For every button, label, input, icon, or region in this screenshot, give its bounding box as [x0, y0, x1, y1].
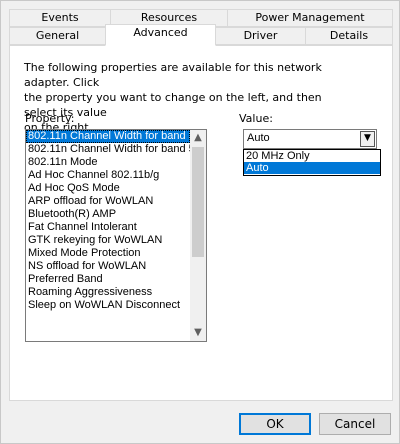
scroll-up-arrow-icon[interactable]: ▲: [190, 130, 206, 146]
tab-details[interactable]: Details: [305, 27, 393, 45]
property-list-item[interactable]: GTK rekeying for WoWLAN: [26, 234, 190, 247]
property-list-item[interactable]: Bluetooth(R) AMP: [26, 208, 190, 221]
property-list-item[interactable]: ARP offload for WoWLAN: [26, 195, 190, 208]
tab-advanced[interactable]: Advanced: [105, 24, 216, 46]
adapter-properties-dialog: Events Resources Power Management Genera…: [0, 0, 400, 444]
scroll-down-arrow-icon[interactable]: ▼: [190, 325, 206, 341]
tab-driver[interactable]: Driver: [215, 27, 306, 45]
property-list-item[interactable]: Preferred Band: [26, 273, 190, 286]
property-list-item[interactable]: 802.11n Channel Width for band 2: [26, 130, 190, 143]
value-label: Value:: [239, 112, 273, 125]
tab-general[interactable]: General: [9, 27, 106, 45]
ok-button[interactable]: OK: [239, 413, 311, 435]
property-list-item[interactable]: Fat Channel Intolerant: [26, 221, 190, 234]
tab-row-front: General Advanced Driver Details: [9, 24, 393, 46]
value-option[interactable]: 20 MHz Only: [244, 150, 380, 162]
value-dropdown-list: 20 MHz Only Auto: [243, 149, 381, 176]
chevron-down-icon[interactable]: ▼: [360, 131, 375, 147]
property-list-item[interactable]: Roaming Aggressiveness: [26, 286, 190, 299]
property-list-item[interactable]: Mixed Mode Protection: [26, 247, 190, 260]
property-scrollbar[interactable]: ▲ ▼: [190, 130, 206, 341]
property-list-item[interactable]: Ad Hoc QoS Mode: [26, 182, 190, 195]
property-list-items: 802.11n Channel Width for band 2 802.11n …: [26, 130, 190, 341]
property-list-item[interactable]: 802.11n Mode: [26, 156, 190, 169]
tab-power-management[interactable]: Power Management: [227, 9, 393, 27]
property-list-item[interactable]: 802.11n Channel Width for band 5: [26, 143, 190, 156]
property-label: Property:: [25, 112, 75, 125]
tab-events[interactable]: Events: [9, 9, 111, 27]
property-list-item[interactable]: Ad Hoc Channel 802.11b/g: [26, 169, 190, 182]
value-option[interactable]: Auto: [244, 162, 380, 174]
property-list-item[interactable]: NS offload for WoWLAN: [26, 260, 190, 273]
value-combobox[interactable]: Auto ▼: [243, 129, 377, 149]
value-combobox-text: Auto: [247, 132, 270, 144]
property-list-item[interactable]: Sleep on WoWLAN Disconnect: [26, 299, 190, 312]
cancel-button[interactable]: Cancel: [319, 413, 391, 435]
advanced-panel: The following properties are available f…: [9, 45, 393, 401]
property-listbox[interactable]: 802.11n Channel Width for band 2 802.11n …: [25, 129, 207, 342]
scrollbar-thumb[interactable]: [192, 147, 204, 257]
